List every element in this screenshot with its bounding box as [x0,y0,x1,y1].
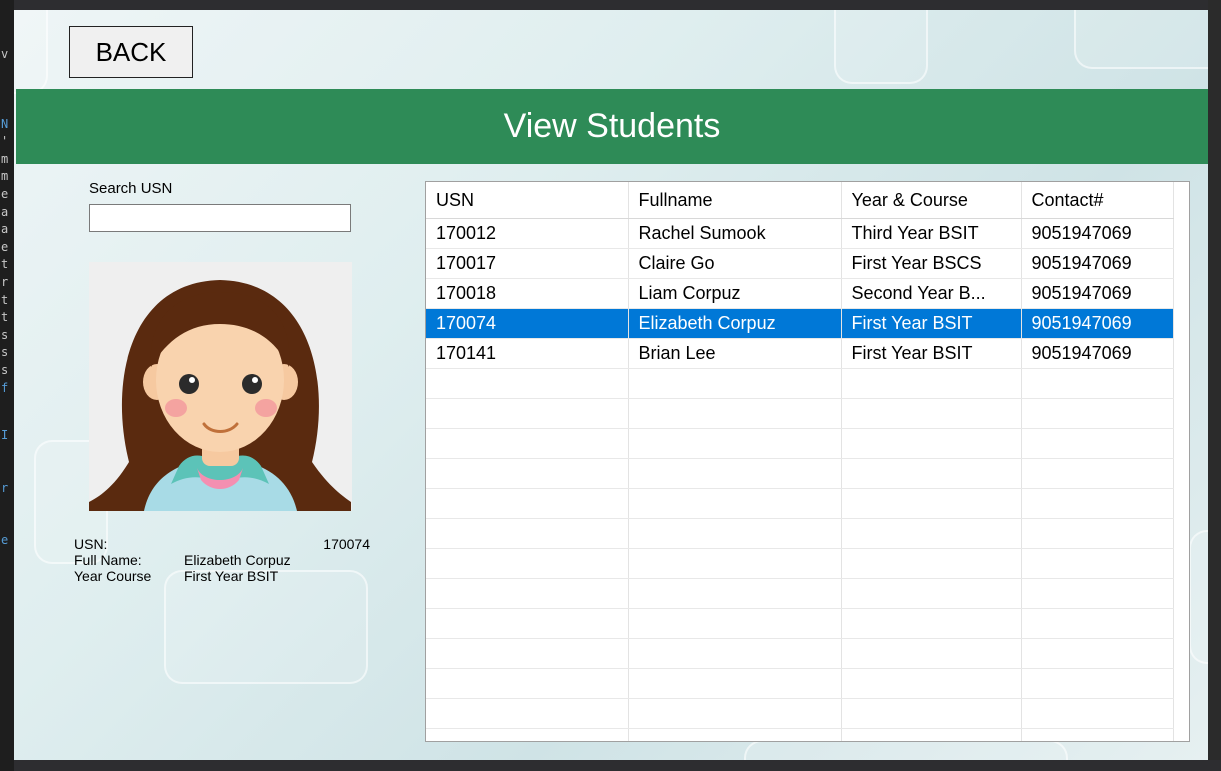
cell-contact[interactable]: 9051947069 [1021,248,1174,279]
empty-row [426,668,1174,699]
empty-row [426,728,1174,741]
cell-usn[interactable]: 170018 [426,278,629,309]
table-header-row: USN Fullname Year & Course Contact# [426,182,1174,219]
cell-fullname[interactable]: Claire Go [628,248,842,279]
cell-fullname[interactable]: Rachel Sumook [628,218,842,249]
yearcourse-value: First Year BSIT [184,568,279,584]
background-editor-strip: v N ' m m e a a e t r t t s s s f I r e [0,0,14,771]
column-header-usn[interactable]: USN [426,182,629,219]
empty-row [426,458,1174,489]
fullname-value: Elizabeth Corpuz [184,552,291,568]
bg-decoration [1189,530,1208,664]
header-bar: View Students [16,89,1208,164]
usn-value: 170074 [323,536,370,552]
student-details: USN: 170074 Full Name: Elizabeth Corpuz … [74,536,370,584]
column-header-fullname[interactable]: Fullname [628,182,842,219]
back-button[interactable]: BACK [69,26,193,78]
yearcourse-label: Year Course [74,568,152,584]
page-title: View Students [503,107,721,145]
girl-avatar-icon [89,280,351,511]
cell-usn[interactable]: 170141 [426,338,629,369]
cell-contact[interactable]: 9051947069 [1021,218,1174,249]
cell-year-course[interactable]: First Year BSIT [841,338,1022,369]
view-students-window: BACK View Students Search USN USN: 17007… [14,10,1208,760]
empty-row [426,368,1174,399]
table-row[interactable]: 170018 Liam Corpuz Second Year B... 9051… [426,278,1174,309]
background-bottom-strip [14,760,1221,771]
cell-usn[interactable]: 170012 [426,218,629,249]
students-table: USN Fullname Year & Course Contact# 1700… [426,182,1174,741]
cell-fullname[interactable]: Liam Corpuz [628,278,842,309]
cell-fullname[interactable]: Elizabeth Corpuz [628,308,842,339]
students-grid[interactable]: USN Fullname Year & Course Contact# 1700… [425,181,1190,742]
detail-yearcourse-row: Year Course First Year BSIT [74,568,370,584]
fullname-label: Full Name: [74,552,142,568]
bg-decoration [1074,10,1208,69]
detail-fullname-row: Full Name: Elizabeth Corpuz [74,552,370,568]
empty-row [426,488,1174,519]
empty-row [426,578,1174,609]
search-usn-input[interactable] [89,204,351,232]
empty-row [426,548,1174,579]
table-row[interactable]: 170017 Claire Go First Year BSCS 9051947… [426,248,1174,279]
empty-row [426,608,1174,639]
usn-label: USN: [74,536,108,552]
empty-row [426,518,1174,549]
search-usn-label: Search USN [89,180,173,197]
bg-decoration [834,10,928,84]
empty-row [426,638,1174,669]
detail-usn-row: USN: 170074 [74,536,370,552]
table-row[interactable]: 170141 Brian Lee First Year BSIT 9051947… [426,338,1174,369]
cell-contact[interactable]: 9051947069 [1021,338,1174,369]
table-row-selected[interactable]: 170074 Elizabeth Corpuz First Year BSIT … [426,308,1174,339]
background-right-strip [1208,0,1221,771]
column-header-year-course[interactable]: Year & Course [841,182,1022,219]
cell-usn[interactable]: 170074 [426,308,629,339]
background-top-strip [14,0,1221,10]
empty-row [426,698,1174,729]
cell-year-course[interactable]: First Year BSIT [841,308,1022,339]
table-row[interactable]: 170012 Rachel Sumook Third Year BSIT 905… [426,218,1174,249]
cell-contact[interactable]: 9051947069 [1021,278,1174,309]
cell-fullname[interactable]: Brian Lee [628,338,842,369]
student-photo [89,262,352,511]
cell-year-course[interactable]: First Year BSCS [841,248,1022,279]
empty-row [426,398,1174,429]
bg-decoration [14,10,48,94]
empty-row [426,428,1174,459]
column-header-contact[interactable]: Contact# [1021,182,1174,219]
bg-decoration [164,570,368,684]
cell-year-course[interactable]: Second Year B... [841,278,1022,309]
cell-year-course[interactable]: Third Year BSIT [841,218,1022,249]
cell-contact[interactable]: 9051947069 [1021,308,1174,339]
cell-usn[interactable]: 170017 [426,248,629,279]
bg-decoration [744,740,1068,760]
